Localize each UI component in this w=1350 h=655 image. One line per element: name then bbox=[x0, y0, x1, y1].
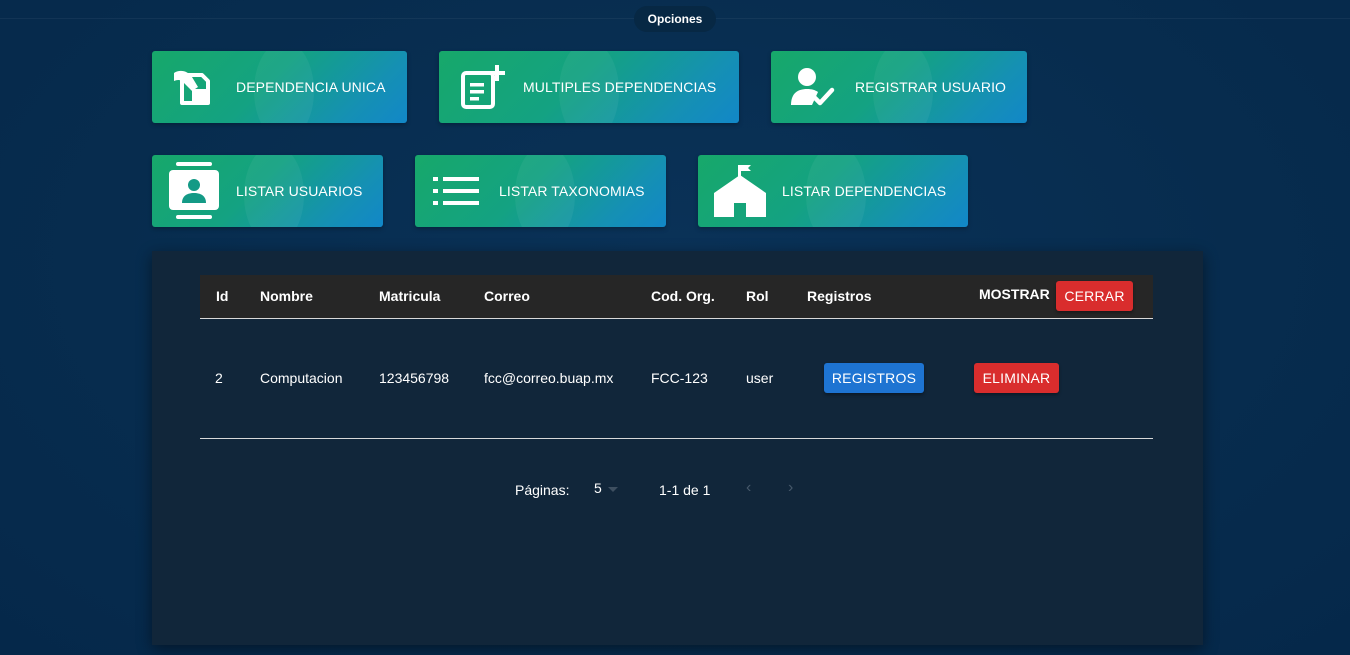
rows-per-page-value: 5 bbox=[594, 480, 602, 496]
contact-card-icon bbox=[152, 155, 236, 227]
header-nombre: Nombre bbox=[260, 288, 313, 304]
add-document-icon bbox=[439, 51, 523, 123]
header-rol: Rol bbox=[746, 288, 769, 304]
user-check-icon bbox=[771, 51, 855, 123]
single-dependency-icon bbox=[152, 51, 236, 123]
cell-matricula: 123456798 bbox=[379, 370, 450, 386]
users-table-panel: Id Nombre Matricula Correo Cod. Org. Rol… bbox=[152, 251, 1203, 645]
multiple-dependencies-button[interactable]: MULTIPLES DEPENDENCIAS bbox=[439, 51, 739, 123]
school-icon bbox=[698, 155, 782, 227]
register-user-label: REGISTRAR USUARIO bbox=[855, 79, 1007, 95]
header-registros: Registros bbox=[807, 288, 872, 304]
rows-per-page-label: Páginas: bbox=[515, 482, 570, 498]
cell-rol: user bbox=[746, 370, 774, 386]
cell-id: 2 bbox=[215, 370, 223, 386]
cell-nombre: Computacion bbox=[260, 370, 343, 386]
cell-correo: fcc@correo.buap.mx bbox=[484, 370, 614, 386]
list-users-button[interactable]: LISTAR USUARIOS bbox=[152, 155, 383, 227]
next-page-icon[interactable]: › bbox=[788, 480, 793, 496]
delete-button[interactable]: ELIMINAR bbox=[974, 363, 1059, 393]
register-user-button[interactable]: REGISTRAR USUARIO bbox=[771, 51, 1027, 123]
options-chip: Opciones bbox=[634, 6, 716, 32]
header-cod-org: Cod. Org. bbox=[651, 288, 715, 304]
header-correo: Correo bbox=[484, 288, 530, 304]
row-divider bbox=[200, 438, 1153, 439]
cell-cod-org: FCC-123 bbox=[651, 370, 708, 386]
list-users-label: LISTAR USUARIOS bbox=[236, 183, 363, 199]
list-dependencies-label: LISTAR DEPENDENCIAS bbox=[782, 183, 947, 199]
list-taxonomies-label: LISTAR TAXONOMIAS bbox=[499, 183, 645, 199]
list-icon bbox=[415, 155, 499, 227]
list-dependencies-button[interactable]: LISTAR DEPENDENCIAS bbox=[698, 155, 968, 227]
header-matricula: Matricula bbox=[379, 288, 441, 304]
close-button[interactable]: CERRAR bbox=[1056, 281, 1133, 311]
rows-per-page-select[interactable]: 5 bbox=[594, 480, 618, 496]
single-dependency-button[interactable]: DEPENDENCIA UNICA bbox=[152, 51, 407, 123]
multiple-dependencies-label: MULTIPLES DEPENDENCIAS bbox=[523, 79, 717, 95]
single-dependency-label: DEPENDENCIA UNICA bbox=[236, 79, 386, 95]
table-header: Id Nombre Matricula Correo Cod. Org. Rol… bbox=[200, 275, 1153, 319]
list-taxonomies-button[interactable]: LISTAR TAXONOMIAS bbox=[415, 155, 666, 227]
header-id: Id bbox=[216, 288, 229, 304]
previous-page-icon[interactable]: ‹ bbox=[746, 480, 751, 496]
registros-button[interactable]: REGISTROS bbox=[824, 363, 924, 393]
chevron-down-icon bbox=[607, 486, 618, 492]
header-mostrar: MOSTRAR bbox=[979, 286, 1050, 302]
pagination-range: 1-1 de 1 bbox=[659, 482, 711, 498]
